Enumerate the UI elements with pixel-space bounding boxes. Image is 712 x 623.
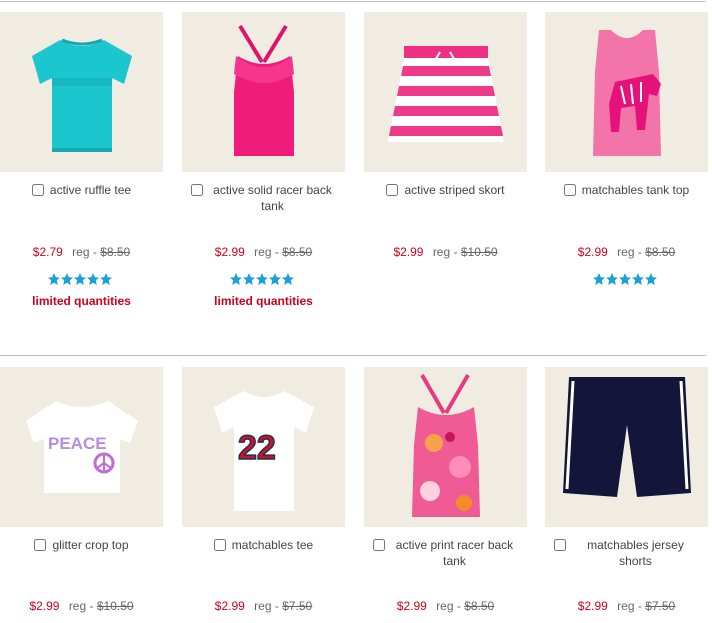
rating-stars	[230, 273, 294, 285]
product-name-label[interactable]: active ruffle tee	[50, 182, 131, 198]
product-name: active ruffle tee	[0, 182, 163, 198]
product-image-teal-ruffle-tee[interactable]	[0, 12, 163, 172]
original-price: $8.50	[100, 245, 131, 259]
rating-stars	[593, 273, 657, 285]
limited-quantities-note: limited quantities	[214, 294, 313, 308]
sale-price: $2.99	[214, 245, 245, 259]
reg-label: reg -	[68, 599, 94, 613]
product-card: matchables jersey shorts $2.99 reg - $7.…	[545, 367, 708, 613]
product-name: glitter crop top	[0, 537, 163, 553]
price: $2.99 reg - $7.50	[545, 599, 708, 613]
original-price: $8.50	[282, 245, 313, 259]
reg-label: reg -	[436, 599, 461, 613]
original-price: $7.50	[645, 599, 676, 613]
compare-checkbox[interactable]	[386, 184, 399, 196]
product-card: active solid racer back tank $2.99 reg -…	[182, 12, 345, 308]
top-divider	[0, 1, 706, 2]
product-card: active striped skort $2.99 reg - $10.50	[364, 12, 527, 259]
product-row-2: PEACE glitter crop top $2.99 reg - $10.5…	[0, 367, 712, 623]
product-name-label[interactable]: matchables tee	[232, 537, 313, 553]
product-name-label[interactable]: glitter crop top	[52, 537, 128, 553]
product-name: matchables tank top	[545, 182, 708, 198]
sale-price: $2.79	[32, 245, 63, 259]
sale-price: $2.99	[214, 599, 245, 613]
sale-price: $2.99	[577, 599, 608, 613]
reg-label: reg -	[254, 245, 279, 259]
star-icon	[282, 273, 294, 285]
star-icon	[61, 273, 73, 285]
product-image-pink-racer-tank[interactable]	[182, 12, 345, 172]
price: $2.99 reg - $8.50	[545, 245, 708, 259]
sale-price: $2.99	[577, 245, 608, 259]
star-icon	[100, 273, 112, 285]
product-image-peace-crop-top[interactable]: PEACE	[0, 367, 163, 527]
compare-checkbox[interactable]	[563, 184, 576, 196]
rating-stars	[48, 273, 112, 285]
product-name-label[interactable]: active print racer back tank	[391, 537, 519, 569]
reg-label: reg -	[72, 245, 97, 259]
reg-label: reg -	[432, 245, 458, 259]
product-card: active print racer back tank $2.99 reg -…	[364, 367, 527, 613]
reg-label: reg -	[617, 245, 642, 259]
compare-checkbox[interactable]	[372, 539, 385, 551]
product-card: 22 matchables tee $2.99 reg - $7.50	[182, 367, 345, 613]
limited-quantities-note: limited quantities	[32, 294, 131, 308]
original-price: $8.50	[464, 599, 495, 613]
product-card: matchables tank top $2.99 reg - $8.50	[545, 12, 708, 285]
star-icon	[243, 273, 255, 285]
sale-price: $2.99	[396, 599, 427, 613]
product-image-22-tee[interactable]: 22	[182, 367, 345, 527]
price: $2.99 reg - $7.50	[182, 599, 345, 613]
product-name: active solid racer back tank	[182, 182, 345, 214]
original-price: $10.50	[460, 245, 498, 259]
price: $2.99 reg - $8.50	[182, 245, 345, 259]
product-name: matchables tee	[182, 537, 345, 553]
star-icon	[632, 273, 644, 285]
row-divider	[0, 355, 706, 356]
compare-checkbox[interactable]	[213, 539, 226, 551]
compare-checkbox[interactable]	[31, 184, 44, 196]
star-icon	[645, 273, 657, 285]
sale-price: $2.99	[29, 599, 60, 613]
original-price: $10.50	[96, 599, 134, 613]
star-icon	[87, 273, 99, 285]
product-card: PEACE glitter crop top $2.99 reg - $10.5…	[0, 367, 163, 613]
product-row-1: active ruffle tee $2.79 reg - $8.50 limi…	[0, 12, 712, 342]
star-icon	[269, 273, 281, 285]
original-price: $7.50	[282, 599, 313, 613]
product-name: matchables jersey shorts	[545, 537, 708, 569]
price: $2.79 reg - $8.50	[0, 245, 163, 259]
price: $2.99 reg - $8.50	[364, 599, 527, 613]
product-name-label[interactable]: active striped skort	[404, 182, 504, 198]
product-card: active ruffle tee $2.79 reg - $8.50 limi…	[0, 12, 163, 308]
svg-text:22: 22	[238, 429, 276, 467]
star-icon	[593, 273, 605, 285]
product-image-zebra-tank[interactable]	[545, 12, 708, 172]
star-icon	[230, 273, 242, 285]
product-name-label[interactable]: active solid racer back tank	[209, 182, 337, 214]
reg-label: reg -	[254, 599, 279, 613]
product-image-floral-racer-tank[interactable]	[364, 367, 527, 527]
product-name: active striped skort	[364, 182, 527, 198]
price: $2.99 reg - $10.50	[364, 245, 527, 259]
svg-text:PEACE: PEACE	[48, 434, 107, 453]
star-icon	[256, 273, 268, 285]
product-image-striped-skort[interactable]	[364, 12, 527, 172]
original-price: $8.50	[645, 245, 676, 259]
product-name: active print racer back tank	[364, 537, 527, 569]
compare-checkbox[interactable]	[553, 539, 566, 551]
reg-label: reg -	[617, 599, 642, 613]
product-name-label[interactable]: matchables jersey shorts	[572, 537, 700, 569]
star-icon	[606, 273, 618, 285]
compare-checkbox[interactable]	[190, 184, 203, 196]
product-name-label[interactable]: matchables tank top	[582, 182, 689, 198]
star-icon	[74, 273, 86, 285]
compare-checkbox[interactable]	[34, 539, 47, 551]
price: $2.99 reg - $10.50	[0, 599, 163, 613]
sale-price: $2.99	[393, 245, 424, 259]
product-image-navy-jersey-shorts[interactable]	[545, 367, 708, 527]
star-icon	[48, 273, 60, 285]
star-icon	[619, 273, 631, 285]
